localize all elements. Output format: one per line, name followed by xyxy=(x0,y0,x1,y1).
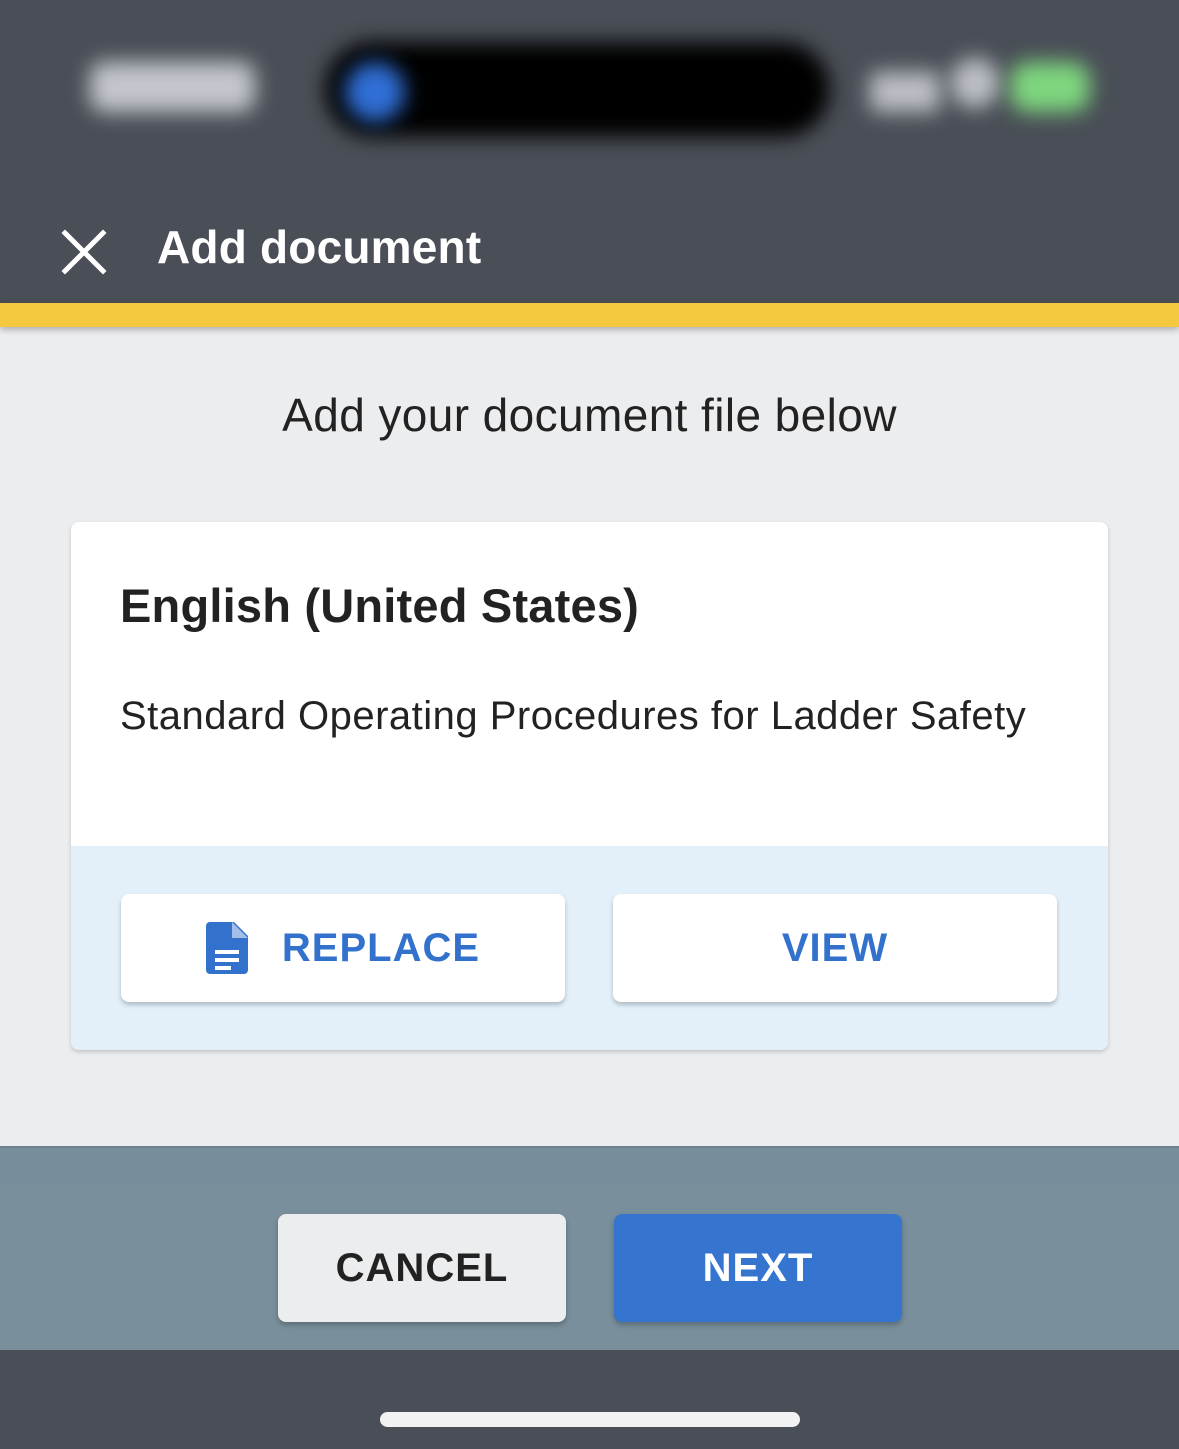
next-button[interactable]: NEXT xyxy=(614,1214,902,1322)
page-title: Add document xyxy=(157,221,482,273)
document-card: English (United States) Standard Operati… xyxy=(71,522,1108,1050)
wifi-icon xyxy=(950,58,1000,108)
page: Add document Add your document file belo… xyxy=(0,0,1179,1449)
signal-icon xyxy=(870,72,940,112)
battery-icon xyxy=(1010,62,1090,112)
card-actions: REPLACE VIEW xyxy=(71,846,1108,1050)
close-icon xyxy=(61,229,107,275)
replace-button[interactable]: REPLACE xyxy=(121,894,565,1002)
system-nav-bar xyxy=(0,1350,1179,1449)
status-indicator-icon xyxy=(345,62,405,122)
footer-shade xyxy=(0,1148,1179,1184)
cancel-button[interactable]: CANCEL xyxy=(278,1214,566,1322)
home-indicator[interactable] xyxy=(380,1412,800,1427)
document-language: English (United States) xyxy=(120,579,640,632)
view-button-label: VIEW xyxy=(781,925,889,970)
document-icon xyxy=(205,922,248,974)
app-bar: Add document xyxy=(0,190,1179,303)
document-name: Standard Operating Procedures for Ladder… xyxy=(120,694,1027,738)
view-button[interactable]: VIEW xyxy=(613,894,1057,1002)
replace-button-label: REPLACE xyxy=(281,925,481,970)
accent-divider xyxy=(0,303,1179,327)
status-time xyxy=(90,62,255,112)
instruction-text: Add your document file below xyxy=(282,389,897,441)
footer-bar: CANCEL NEXT xyxy=(0,1146,1179,1350)
status-bar xyxy=(0,0,1179,190)
close-button[interactable] xyxy=(55,223,113,281)
